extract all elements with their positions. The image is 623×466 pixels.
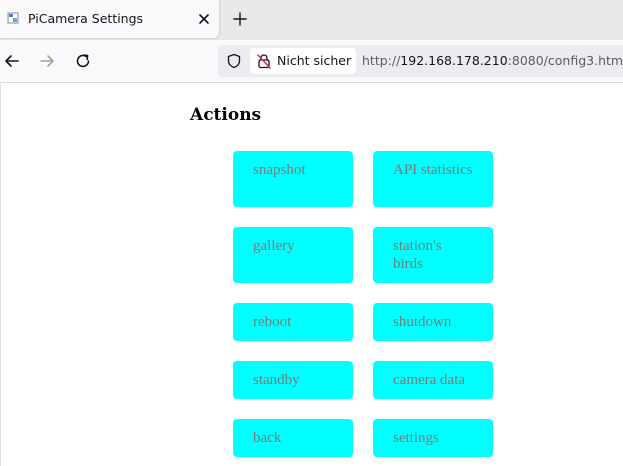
page-content: Actions snapshot API statistics gallery … xyxy=(0,83,623,466)
tab-strip: PiCamera Settings xyxy=(0,0,623,40)
gallery-button[interactable]: gallery xyxy=(233,227,353,283)
security-status-chip[interactable]: Nicht sicher xyxy=(250,48,356,74)
forward-arrow-icon[interactable] xyxy=(38,52,56,70)
security-status-label: Nicht sicher xyxy=(277,53,352,68)
camera-data-button[interactable]: camera data xyxy=(373,361,493,399)
back-arrow-icon[interactable] xyxy=(3,52,21,70)
close-tab-icon[interactable] xyxy=(196,11,212,27)
page-favicon-icon xyxy=(7,12,19,24)
tracking-protection-shield-icon[interactable] xyxy=(226,53,242,69)
url-text[interactable]: http://192.168.178.210:8080/config3.html xyxy=(362,53,623,68)
api-statistics-button[interactable]: API statistics xyxy=(373,151,493,207)
standby-button[interactable]: standby xyxy=(233,361,353,399)
actions-heading: Actions xyxy=(190,105,262,125)
url-path: :8080/config3.html xyxy=(507,53,623,68)
new-tab-plus-icon[interactable] xyxy=(232,11,248,27)
back-button[interactable]: back xyxy=(233,419,353,457)
navigation-toolbar: Nicht sicher http://192.168.178.210:8080… xyxy=(0,40,623,83)
url-scheme: http:// xyxy=(362,53,401,68)
snapshot-button[interactable]: snapshot xyxy=(233,151,353,207)
reload-icon[interactable] xyxy=(74,52,92,70)
insecure-lock-icon xyxy=(257,54,271,69)
browser-window: PiCamera Settings Nicht sicher http://19… xyxy=(0,0,623,466)
stations-birds-button[interactable]: station's birds xyxy=(373,227,493,283)
tab-title: PiCamera Settings xyxy=(28,11,144,26)
reboot-button[interactable]: reboot xyxy=(233,303,353,341)
shutdown-button[interactable]: shutdown xyxy=(373,303,493,341)
url-host: 192.168.178.210 xyxy=(400,53,508,68)
address-bar[interactable]: Nicht sicher http://192.168.178.210:8080… xyxy=(218,45,623,77)
settings-button[interactable]: settings xyxy=(373,419,493,457)
tab-picamera-settings[interactable]: PiCamera Settings xyxy=(0,0,219,38)
